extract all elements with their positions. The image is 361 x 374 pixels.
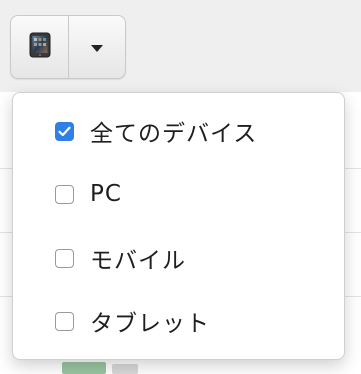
screen: 全てのデバイス PC モバイル タブレット (0, 0, 361, 374)
menu-item-label: モバイル (90, 248, 186, 274)
device-filter-button[interactable] (11, 16, 69, 78)
checkbox-checked[interactable] (55, 121, 74, 141)
menu-item-all-devices[interactable]: 全てのデバイス (13, 103, 344, 159)
checkbox[interactable] (55, 184, 74, 204)
menu-item-label: 全てのデバイス (90, 121, 258, 147)
menu-item-label: タブレット (90, 311, 210, 337)
tablet-icon (29, 32, 51, 62)
check-icon (58, 126, 71, 136)
device-filter-menu: 全てのデバイス PC モバイル タブレット (12, 92, 345, 360)
menu-item-tablet[interactable]: タブレット (13, 293, 344, 349)
checkbox[interactable] (55, 311, 74, 331)
menu-item-pc[interactable]: PC (13, 166, 344, 222)
background-chart-bar (62, 362, 106, 374)
caret-down-icon (91, 44, 103, 52)
menu-item-mobile[interactable]: モバイル (13, 230, 344, 286)
dropdown-toggle-button[interactable] (69, 16, 125, 78)
checkbox[interactable] (55, 248, 74, 268)
menu-item-label: PC (90, 181, 122, 207)
device-filter-split-button (10, 15, 126, 79)
background-chart-bar (112, 364, 138, 374)
